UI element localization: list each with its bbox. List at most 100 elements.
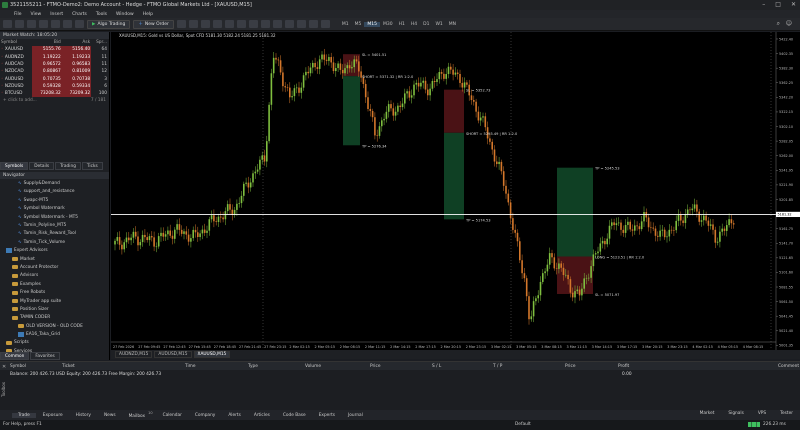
navigator-item[interactable]: ∿ support_and_resistance <box>0 188 109 196</box>
timeframe-m5[interactable]: M5 <box>352 22 365 27</box>
column-header[interactable]: S / L <box>432 364 441 369</box>
navigator-item[interactable]: TAMIN CODER <box>0 314 109 322</box>
menu-charts[interactable]: Charts <box>72 12 87 17</box>
symbol-row[interactable]: ◦ AUDUSD 0.70735 0.70738 3 <box>0 75 108 83</box>
shapes-icon[interactable] <box>320 20 330 28</box>
trendline-icon[interactable] <box>296 20 306 28</box>
tab-experts[interactable]: Experts <box>313 413 341 418</box>
chart-tab[interactable]: AUDNZD,M15 <box>115 351 153 358</box>
menu-tools[interactable]: Tools <box>96 12 107 17</box>
tab-company[interactable]: Company <box>189 413 221 418</box>
navigator-item[interactable]: Expert Advisors <box>0 247 109 255</box>
tab-symbols[interactable]: Symbols <box>0 162 29 171</box>
column-header[interactable]: Bid <box>32 39 61 46</box>
symbol-row[interactable]: ◦ NZDCAD 0.80867 0.81009 12 <box>0 68 108 76</box>
menu-help[interactable]: Help <box>143 12 153 17</box>
chart-tab[interactable]: AUDUSD,M15 <box>154 351 192 358</box>
new-chart-icon[interactable] <box>3 20 12 28</box>
close-button[interactable]: ✕ <box>791 1 796 8</box>
tester-icon[interactable] <box>63 20 72 28</box>
add-symbol-link[interactable]: + click to add... <box>3 98 37 103</box>
column-header[interactable]: Ask <box>62 39 91 46</box>
maximize-button[interactable]: □ <box>775 1 781 8</box>
navigator-item[interactable]: Free Robots <box>0 288 109 296</box>
tab-favorites[interactable]: Favorites <box>30 352 60 360</box>
column-header[interactable]: Volume <box>305 364 321 369</box>
vertical-line-icon[interactable] <box>272 20 282 28</box>
tab-journal[interactable]: Journal <box>342 413 369 418</box>
symbol-row[interactable]: ◦ AUDNZD 1.19222 1.19233 11 <box>0 53 108 61</box>
timeframe-h1[interactable]: H1 <box>396 22 408 27</box>
take-profit-zone[interactable] <box>444 132 464 220</box>
navigator-item[interactable]: EA16_Taka_Grid <box>0 330 109 338</box>
tab-ticks[interactable]: Ticks <box>81 162 103 171</box>
tab-news[interactable]: News <box>98 413 122 418</box>
timeframe-m30[interactable]: M30 <box>380 22 396 27</box>
column-header[interactable]: Price <box>370 364 380 369</box>
autoscroll-icon[interactable] <box>248 20 258 28</box>
crosshair-icon[interactable] <box>260 20 270 28</box>
tab-alerts[interactable]: Alerts <box>222 413 246 418</box>
stop-loss-zone[interactable] <box>444 89 464 133</box>
column-header[interactable]: T / P <box>493 364 502 369</box>
menu-view[interactable]: View <box>31 12 42 17</box>
navigator-item[interactable]: Examples <box>0 280 109 288</box>
timeframe-mn[interactable]: MN <box>446 22 459 27</box>
navigator-item[interactable]: ∿ Supply&Demand <box>0 179 109 187</box>
timeframe-m1[interactable]: M1 <box>339 22 352 27</box>
tab-mailbox[interactable]: Mailbox10 <box>123 411 156 418</box>
menu-file[interactable]: File <box>14 12 22 17</box>
text-icon[interactable] <box>308 20 318 28</box>
timeframe-m15[interactable]: M15 <box>364 21 381 27</box>
line-icon[interactable] <box>200 20 210 28</box>
timeframe-w1[interactable]: W1 <box>432 22 445 27</box>
tab-code-base[interactable]: Code Base <box>277 413 312 418</box>
navigator-item[interactable]: OLD VERSION - OLD CODE <box>0 322 109 330</box>
panel-tester[interactable]: Tester <box>777 411 796 416</box>
column-header[interactable]: Price <box>565 364 575 369</box>
toolbox-close-icon[interactable]: ✕ <box>2 364 6 370</box>
tab-calendar[interactable]: Calendar <box>157 413 188 418</box>
symbol-row[interactable]: ◦ AUDCAD 0.96572 0.96583 11 <box>0 60 108 69</box>
horizontal-line-icon[interactable] <box>284 20 294 28</box>
chart-tab[interactable]: XAUUSD,M15 <box>193 351 231 358</box>
symbol-row[interactable]: ◦ NZDUSD 0.59328 0.59334 6 <box>0 82 108 91</box>
navigator-item[interactable]: ∿ Tamin_Polyline_MT5 <box>0 221 109 229</box>
tab-trade[interactable]: Trade <box>12 412 36 418</box>
tab-details[interactable]: Details <box>29 162 55 171</box>
navigator-item[interactable]: Market <box>0 255 109 263</box>
navigator-item[interactable]: ∿ Tamin_Risk_Reward_Tool <box>0 230 109 238</box>
candles-icon[interactable] <box>176 20 186 28</box>
menu-window[interactable]: Window <box>116 12 134 17</box>
zoom-out-icon[interactable] <box>224 20 234 28</box>
take-profit-zone[interactable] <box>557 167 593 257</box>
navigator-item[interactable]: Position Sizer <box>0 305 109 313</box>
zoom-in-icon[interactable] <box>212 20 222 28</box>
tab-history[interactable]: History <box>70 413 97 418</box>
column-header[interactable]: Symbol <box>10 364 26 369</box>
navigator-item[interactable]: ∿ Symbol Watermark - MT5 <box>0 213 109 221</box>
column-header[interactable]: Type <box>248 364 258 369</box>
tab-exposure[interactable]: Exposure <box>37 413 69 418</box>
account-icon[interactable]: ☺ <box>786 20 792 27</box>
panel-vps[interactable]: VPS <box>755 411 769 416</box>
new-order-button[interactable]: ＋ New Order <box>133 19 174 29</box>
menu-insert[interactable]: Insert <box>50 12 63 17</box>
timeframe-h4[interactable]: H4 <box>408 22 420 27</box>
tab-trading[interactable]: Trading <box>55 162 81 171</box>
profiles-icon[interactable] <box>15 20 24 28</box>
panel-market[interactable]: Market <box>697 411 718 416</box>
symbol-row[interactable]: ◦ BTCUSD 73208.32 73209.32 100 <box>0 90 108 98</box>
navigator-item[interactable]: Advisors <box>0 272 109 280</box>
take-profit-zone[interactable] <box>343 76 360 146</box>
navigator-item[interactable]: ∿ Symbol Watermark <box>0 205 109 213</box>
metaeditor-icon[interactable] <box>75 20 84 28</box>
column-header[interactable]: Spr... <box>91 39 108 46</box>
search-icon[interactable]: ⌕ <box>777 20 780 28</box>
navigator-item[interactable]: Account Protector <box>0 263 109 271</box>
column-header[interactable]: Time <box>185 364 196 369</box>
grid-icon[interactable] <box>236 20 246 28</box>
navigator-item[interactable]: ∿ Tamin_Tick_Volume <box>0 238 109 246</box>
chart-window[interactable]: SL = 5401.51 SHORT = 5371.32 | RR 1:2.0 TP… <box>111 32 800 350</box>
column-header[interactable]: Comment <box>778 364 799 369</box>
